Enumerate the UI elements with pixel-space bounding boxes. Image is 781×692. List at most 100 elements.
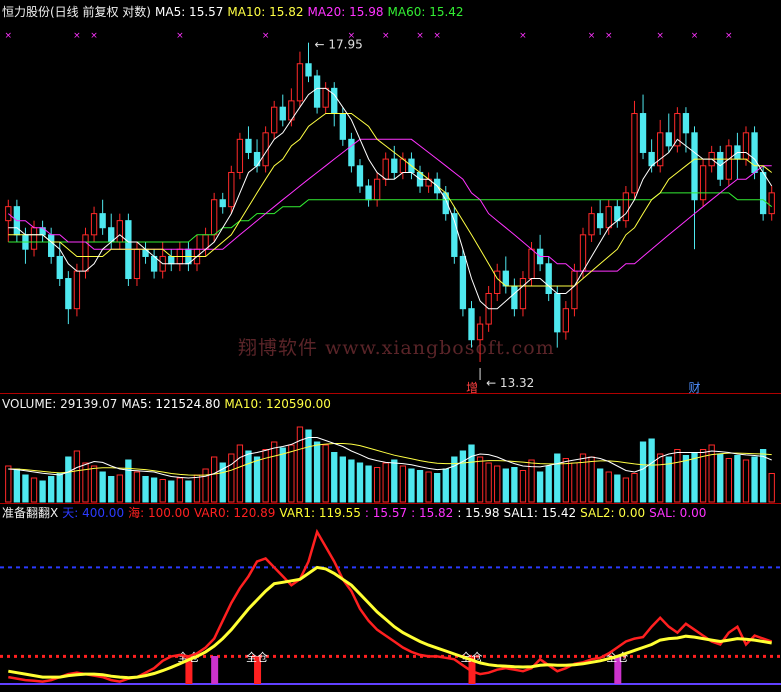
candle bbox=[725, 139, 732, 187]
candle bbox=[596, 199, 604, 235]
signal-marker: × bbox=[656, 31, 664, 41]
volume-bar bbox=[468, 444, 475, 503]
signal-marker: × bbox=[433, 31, 441, 41]
volume-bar bbox=[425, 471, 432, 503]
candle-body bbox=[279, 106, 286, 121]
candle bbox=[168, 249, 175, 272]
volume-bar bbox=[168, 480, 175, 503]
volume-bar bbox=[459, 450, 467, 503]
volume-bar bbox=[356, 462, 364, 503]
volume-bar bbox=[588, 456, 595, 503]
volume-bar bbox=[725, 458, 732, 503]
candle bbox=[313, 69, 321, 114]
volume-bar bbox=[494, 465, 501, 503]
candle bbox=[545, 256, 552, 302]
volume-bar bbox=[485, 462, 492, 503]
volume-bar bbox=[648, 438, 655, 503]
candle-body bbox=[373, 178, 381, 201]
volume-bar bbox=[236, 444, 244, 503]
volume-bar bbox=[699, 449, 707, 503]
volume-bar bbox=[99, 471, 106, 503]
candle bbox=[219, 192, 226, 214]
signal-marker: × bbox=[588, 31, 596, 41]
candle-body bbox=[331, 87, 338, 115]
volume-bar bbox=[348, 459, 355, 503]
volume-bar bbox=[768, 473, 775, 503]
candle bbox=[674, 107, 681, 153]
volume-bar bbox=[519, 470, 527, 503]
candle bbox=[373, 172, 381, 207]
candle bbox=[5, 199, 12, 242]
volume-bar bbox=[150, 477, 158, 503]
volume-bar bbox=[65, 456, 72, 503]
volume-bar bbox=[288, 444, 295, 503]
candle bbox=[502, 256, 509, 294]
volume-bar bbox=[579, 453, 587, 503]
candle-body bbox=[605, 206, 612, 229]
candle-body bbox=[73, 270, 81, 310]
candle-body bbox=[305, 63, 312, 77]
volume-bar bbox=[279, 447, 286, 503]
volume-bar bbox=[734, 455, 741, 503]
candle bbox=[305, 42, 312, 83]
volume-bar bbox=[373, 467, 381, 503]
signal-marker: × bbox=[73, 31, 81, 41]
event-label-zeng: 增 bbox=[466, 381, 478, 395]
candle-body bbox=[99, 213, 106, 229]
candle-body bbox=[639, 113, 647, 153]
volume-bar bbox=[5, 465, 12, 503]
candle-body bbox=[339, 113, 346, 140]
candle bbox=[571, 263, 578, 317]
candle bbox=[734, 132, 741, 180]
candle bbox=[639, 94, 647, 160]
stock-chart[interactable]: × × × × × × × × × × × × × × ×← 17.95← 13.32增 财全仓 全仓 全仓 全仓 bbox=[0, 0, 781, 692]
candle-body bbox=[579, 234, 587, 272]
candle bbox=[468, 301, 475, 348]
candle-body bbox=[236, 138, 244, 173]
volume-bar bbox=[13, 468, 21, 503]
volume-bar bbox=[691, 452, 698, 503]
candle-body bbox=[65, 278, 72, 310]
volume-bar bbox=[271, 441, 278, 503]
volume-bar bbox=[554, 453, 561, 503]
candle-body bbox=[562, 308, 570, 333]
volume-bar bbox=[596, 468, 604, 503]
signal-marker: × bbox=[382, 31, 390, 41]
volume-bar bbox=[605, 471, 612, 503]
candle bbox=[665, 113, 672, 153]
volume-bar bbox=[305, 429, 312, 503]
candle-body bbox=[519, 278, 527, 310]
candle-body bbox=[168, 255, 175, 265]
signal-bar bbox=[211, 656, 219, 684]
candle bbox=[279, 94, 286, 127]
candle bbox=[494, 263, 501, 302]
candle-body bbox=[365, 185, 372, 201]
candle bbox=[605, 199, 612, 235]
candle-body bbox=[622, 192, 630, 222]
candle bbox=[331, 82, 338, 127]
volume-bar bbox=[562, 458, 570, 503]
candle-body bbox=[219, 199, 226, 208]
candle-body bbox=[356, 165, 364, 187]
volume-bar bbox=[193, 474, 201, 503]
candle-body bbox=[30, 227, 38, 250]
volume-bar bbox=[339, 456, 346, 503]
candle bbox=[150, 249, 158, 279]
volume-bar bbox=[545, 465, 552, 503]
candle bbox=[425, 172, 432, 193]
volume-bar bbox=[185, 480, 192, 503]
candle bbox=[159, 241, 166, 279]
candle bbox=[73, 263, 81, 317]
volume-bar bbox=[313, 441, 321, 503]
candle bbox=[271, 100, 278, 140]
candle bbox=[742, 126, 750, 166]
candle-body bbox=[271, 106, 278, 134]
candle-body bbox=[245, 138, 252, 153]
volume-bar bbox=[416, 470, 424, 503]
candle bbox=[399, 152, 407, 180]
candle bbox=[536, 234, 544, 272]
candle-body bbox=[768, 192, 775, 215]
volume-bar bbox=[116, 474, 123, 503]
signal-marker: × bbox=[519, 31, 527, 41]
volume-bar bbox=[657, 453, 664, 503]
